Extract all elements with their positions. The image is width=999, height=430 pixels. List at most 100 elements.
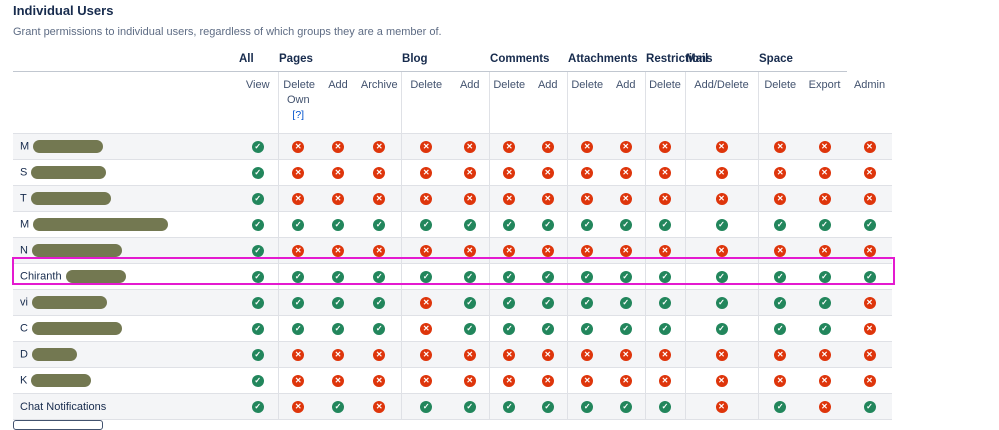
permission-cell[interactable]: ✕ bbox=[488, 185, 530, 212]
permission-cell[interactable]: ✓ bbox=[607, 263, 646, 290]
permission-cell[interactable]: ✕ bbox=[451, 367, 490, 394]
permission-cell[interactable]: ✓ bbox=[488, 315, 530, 342]
permission-cell[interactable]: ✓ bbox=[358, 315, 402, 342]
permission-cell[interactable]: ✕ bbox=[644, 237, 686, 264]
permission-cell[interactable]: ✕ bbox=[802, 185, 848, 212]
permission-cell[interactable]: ✓ bbox=[529, 315, 568, 342]
permission-cell[interactable]: ✓ bbox=[400, 211, 452, 238]
permission-cell[interactable]: ✕ bbox=[607, 341, 646, 368]
permission-cell[interactable]: ✕ bbox=[757, 341, 803, 368]
permission-cell[interactable]: ✕ bbox=[358, 185, 402, 212]
permission-cell[interactable]: ✓ bbox=[451, 211, 490, 238]
permission-cell[interactable]: ✓ bbox=[238, 237, 278, 264]
permission-cell[interactable]: ✕ bbox=[757, 237, 803, 264]
permission-cell[interactable]: ✕ bbox=[802, 393, 848, 420]
user-name[interactable]: C bbox=[20, 322, 28, 334]
permission-cell[interactable]: ✓ bbox=[566, 263, 608, 290]
permission-cell[interactable]: ✕ bbox=[802, 133, 848, 160]
user-name[interactable]: D bbox=[20, 348, 28, 360]
permission-cell[interactable]: ✕ bbox=[566, 159, 608, 186]
permission-cell[interactable]: ✓ bbox=[529, 289, 568, 316]
permission-cell[interactable]: ✓ bbox=[400, 263, 452, 290]
permission-cell[interactable]: ✓ bbox=[358, 263, 402, 290]
permission-cell[interactable]: ✓ bbox=[644, 211, 686, 238]
permission-cell[interactable]: ✓ bbox=[847, 211, 893, 238]
user-name[interactable]: vi bbox=[20, 296, 28, 308]
permission-cell[interactable]: ✕ bbox=[644, 133, 686, 160]
permission-cell[interactable]: ✕ bbox=[607, 133, 646, 160]
permission-cell[interactable]: ✕ bbox=[529, 237, 568, 264]
edit-permissions-button[interactable] bbox=[13, 420, 103, 430]
permission-cell[interactable]: ✕ bbox=[277, 367, 318, 394]
permission-cell[interactable]: ✕ bbox=[400, 133, 452, 160]
permission-cell[interactable]: ✓ bbox=[277, 289, 318, 316]
permission-cell[interactable]: ✓ bbox=[488, 393, 530, 420]
permission-cell[interactable]: ✕ bbox=[847, 341, 893, 368]
permission-cell[interactable]: ✓ bbox=[607, 315, 646, 342]
user-name[interactable]: T bbox=[20, 192, 27, 204]
permission-cell[interactable]: ✕ bbox=[277, 133, 318, 160]
permission-cell[interactable]: ✓ bbox=[238, 211, 278, 238]
permission-cell[interactable]: ✕ bbox=[644, 185, 686, 212]
permission-cell[interactable]: ✓ bbox=[400, 393, 452, 420]
permission-cell[interactable]: ✓ bbox=[238, 185, 278, 212]
permission-cell[interactable]: ✕ bbox=[488, 159, 530, 186]
permission-cell[interactable]: ✕ bbox=[802, 237, 848, 264]
user-name[interactable]: K bbox=[20, 374, 27, 386]
permission-cell[interactable]: ✕ bbox=[451, 185, 490, 212]
permission-cell[interactable]: ✕ bbox=[644, 367, 686, 394]
permission-cell[interactable]: ✕ bbox=[358, 237, 402, 264]
permission-cell[interactable]: ✕ bbox=[607, 367, 646, 394]
permission-cell[interactable]: ✓ bbox=[238, 341, 278, 368]
permission-cell[interactable]: ✓ bbox=[684, 263, 759, 290]
permission-cell[interactable]: ✕ bbox=[684, 159, 759, 186]
permission-cell[interactable]: ✓ bbox=[238, 315, 278, 342]
permission-cell[interactable]: ✕ bbox=[566, 341, 608, 368]
permission-cell[interactable]: ✓ bbox=[318, 263, 358, 290]
user-name[interactable]: Chiranth bbox=[20, 270, 62, 282]
permission-cell[interactable]: ✕ bbox=[400, 159, 452, 186]
permission-cell[interactable]: ✕ bbox=[847, 159, 893, 186]
user-name[interactable]: S bbox=[20, 166, 27, 178]
permission-cell[interactable]: ✕ bbox=[277, 341, 318, 368]
permission-cell[interactable]: ✓ bbox=[358, 289, 402, 316]
permission-cell[interactable]: ✕ bbox=[318, 367, 358, 394]
permission-cell[interactable]: ✓ bbox=[238, 159, 278, 186]
permission-cell[interactable]: ✕ bbox=[757, 159, 803, 186]
permission-cell[interactable]: ✕ bbox=[488, 133, 530, 160]
permission-cell[interactable]: ✓ bbox=[757, 211, 803, 238]
permission-cell[interactable]: ✕ bbox=[684, 367, 759, 394]
permission-cell[interactable]: ✕ bbox=[847, 185, 893, 212]
permission-cell[interactable]: ✓ bbox=[318, 315, 358, 342]
permission-cell[interactable]: ✕ bbox=[277, 159, 318, 186]
permission-cell[interactable]: ✕ bbox=[318, 159, 358, 186]
permission-cell[interactable]: ✕ bbox=[358, 367, 402, 394]
permission-cell[interactable]: ✓ bbox=[644, 289, 686, 316]
permission-cell[interactable]: ✕ bbox=[684, 237, 759, 264]
permission-cell[interactable]: ✕ bbox=[358, 159, 402, 186]
permission-cell[interactable]: ✕ bbox=[529, 133, 568, 160]
permission-cell[interactable]: ✕ bbox=[684, 393, 759, 420]
permission-cell[interactable]: ✕ bbox=[400, 341, 452, 368]
permission-cell[interactable]: ✓ bbox=[757, 315, 803, 342]
permission-cell[interactable]: ✕ bbox=[847, 133, 893, 160]
permission-cell[interactable]: ✓ bbox=[802, 211, 848, 238]
permission-cell[interactable]: ✕ bbox=[529, 185, 568, 212]
permission-cell[interactable]: ✓ bbox=[684, 211, 759, 238]
permission-cell[interactable]: ✕ bbox=[451, 159, 490, 186]
permission-cell[interactable]: ✕ bbox=[277, 237, 318, 264]
permission-cell[interactable]: ✕ bbox=[358, 341, 402, 368]
permission-cell[interactable]: ✓ bbox=[451, 393, 490, 420]
permission-cell[interactable]: ✕ bbox=[400, 367, 452, 394]
permission-cell[interactable]: ✕ bbox=[488, 367, 530, 394]
permission-cell[interactable]: ✓ bbox=[318, 211, 358, 238]
permission-cell[interactable]: ✓ bbox=[277, 211, 318, 238]
permission-cell[interactable]: ✕ bbox=[529, 367, 568, 394]
permission-cell[interactable]: ✕ bbox=[451, 133, 490, 160]
permission-cell[interactable]: ✓ bbox=[238, 367, 278, 394]
permission-cell[interactable]: ✕ bbox=[757, 367, 803, 394]
permission-cell[interactable]: ✓ bbox=[802, 263, 848, 290]
permission-cell[interactable]: ✓ bbox=[358, 211, 402, 238]
permission-cell[interactable]: ✕ bbox=[684, 341, 759, 368]
permission-cell[interactable]: ✕ bbox=[400, 289, 452, 316]
